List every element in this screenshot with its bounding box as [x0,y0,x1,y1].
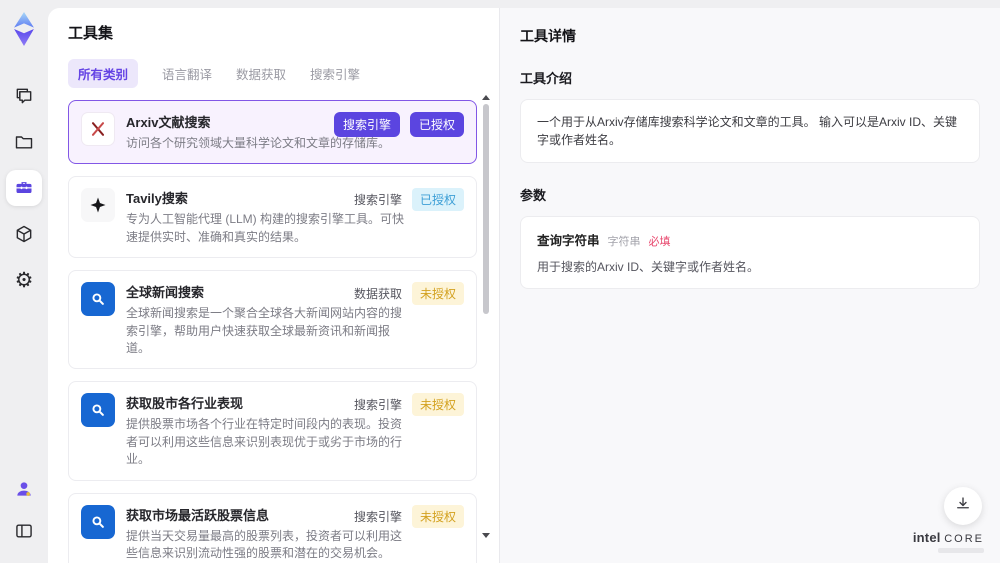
sidebar-item-files[interactable] [6,124,42,160]
param-name: 查询字符串 [537,234,600,248]
auth-status-badge: 未授权 [411,393,464,417]
tool-description: 提供当天交易量最高的股票列表，投资者可以利用这些信息来识别流动性强的股票和潜在的… [126,528,403,560]
param-box: 查询字符串 字符串 必填 用于搜索的Arxiv ID、关键字或作者姓名。 [520,216,980,289]
intel-core-logo: intel CORE [913,530,984,553]
category-label: 数据获取 [353,287,402,302]
page-title: 工具集 [68,25,114,42]
star-icon [81,188,115,223]
gear-icon: ⚙ [14,268,34,292]
download-icon [954,495,972,518]
search-blue-icon [81,393,115,428]
tab-0[interactable]: 所有类别 [68,59,139,88]
tab-3[interactable]: 搜索引擎 [310,59,360,88]
intro-heading: 工具介绍 [520,71,573,86]
download-button[interactable] [944,487,982,525]
sidebar-item-packages[interactable] [6,216,42,252]
chat-icon [14,86,34,106]
brand-secondary: CORE [944,533,984,545]
sidebar-item-settings[interactable]: ⚙ [6,262,42,298]
param-description: 用于搜索的Arxiv ID、关键字或作者姓名。 [537,260,760,274]
tool-card[interactable]: Arxiv文献搜索 访问各个研究领域大量科学论文和文章的存储库。 搜索引擎 已授权 [68,100,477,165]
auth-status-badge: 未授权 [411,282,464,306]
tool-tags: 搜索引擎 已授权 [353,188,464,212]
intro-text: 一个用于从Arxiv存储库搜索科学论文和文章的工具。 输入可以是Arxiv ID… [537,115,958,147]
scrollbar[interactable] [482,95,490,538]
tab-2[interactable]: 数据获取 [236,59,286,88]
folder-icon [14,132,34,152]
category-label: 搜索引擎 [353,193,402,208]
collapse-sidebar-button[interactable] [6,513,42,549]
tool-tags: 数据获取 未授权 [353,282,464,306]
left-rail: ⚙ [0,0,48,563]
tools-list-pane: 工具集 所有类别 语言翻译 数据获取 搜索引擎 Arxiv文献搜索 访问各个研究领域大… [48,8,500,563]
auth-status-button[interactable]: 已授权 [409,112,464,137]
scrollbar-thumb[interactable] [483,104,489,314]
user-avatar[interactable] [6,471,42,507]
brand-subline [938,548,984,553]
param-type: 字符串 [607,236,641,248]
brand-primary: intel [912,530,941,545]
category-label: 搜索引擎 [353,398,402,413]
tool-card[interactable]: 获取股市各行业表现 提供股票市场各个行业在特定时间段内的表现。投资者可以利用这些… [68,381,477,481]
auth-status-badge: 未授权 [411,504,464,528]
cube-icon [14,224,34,244]
intro-box: 一个用于从Arxiv存储库搜索科学论文和文章的工具。 输入可以是Arxiv ID… [520,99,980,163]
params-heading: 参数 [520,188,547,203]
tool-card[interactable]: Tavily搜索 专为人工智能代理 (LLM) 构建的搜索引擎工具。可快速提供实… [68,176,477,259]
tool-detail-pane: 工具详情 工具介绍 一个用于从Arxiv存储库搜索科学论文和文章的工具。 输入可… [500,8,1000,563]
avatar-icon [14,479,34,499]
tool-description: 专为人工智能代理 (LLM) 构建的搜索引擎工具。可快速提供实时、准确和真实的结… [126,212,405,244]
category-button[interactable]: 搜索引擎 [333,112,400,137]
tab-1[interactable]: 语言翻译 [162,59,212,88]
category-label: 搜索引擎 [353,509,402,524]
tool-tags: 搜索引擎 未授权 [353,504,464,528]
sidebar-item-toolbox[interactable] [6,170,42,206]
search-blue-icon [81,504,115,539]
toolbox-icon [14,178,34,198]
tool-card[interactable]: 获取市场最活跃股票信息 提供当天交易量最高的股票列表，投资者可以利用这些信息来识… [68,492,477,563]
arxiv-icon [81,112,115,146]
auth-status-badge: 已授权 [411,188,464,212]
scrollbar-down-arrow[interactable] [482,533,490,538]
scrollbar-up-arrow[interactable] [482,95,490,100]
tool-tags: 搜索引擎 未授权 [353,393,464,417]
detail-title: 工具详情 [520,28,576,44]
tool-description: 全球新闻搜索是一个聚合全球各大新闻网站内容的搜索引擎，帮助用户快速获取全球最新资… [126,306,403,355]
tool-card[interactable]: 全球新闻搜索 全球新闻搜索是一个聚合全球各大新闻网站内容的搜索引擎，帮助用户快速… [68,270,477,370]
tools-list: Arxiv文献搜索 访问各个研究领域大量科学论文和文章的存储库。 搜索引擎 已授权… [68,100,479,563]
panel-toggle-icon [14,521,34,541]
search-blue-icon [81,282,115,317]
tool-description: 提供股票市场各个行业在特定时间段内的表现。投资者可以利用这些信息来识别表现优于或… [126,417,403,467]
param-required-badge: 必填 [648,236,671,248]
category-tabs: 所有类别 语言翻译 数据获取 搜索引擎 [68,59,479,88]
app-logo-icon[interactable] [7,10,41,48]
main-panel: 工具集 所有类别 语言翻译 数据获取 搜索引擎 Arxiv文献搜索 访问各个研究领域大… [48,8,1000,563]
tool-tags: 搜索引擎 已授权 [333,112,464,137]
tool-description: 访问各个研究领域大量科学论文和文章的存储库。 [126,136,391,150]
sidebar-item-chat[interactable] [6,78,42,114]
